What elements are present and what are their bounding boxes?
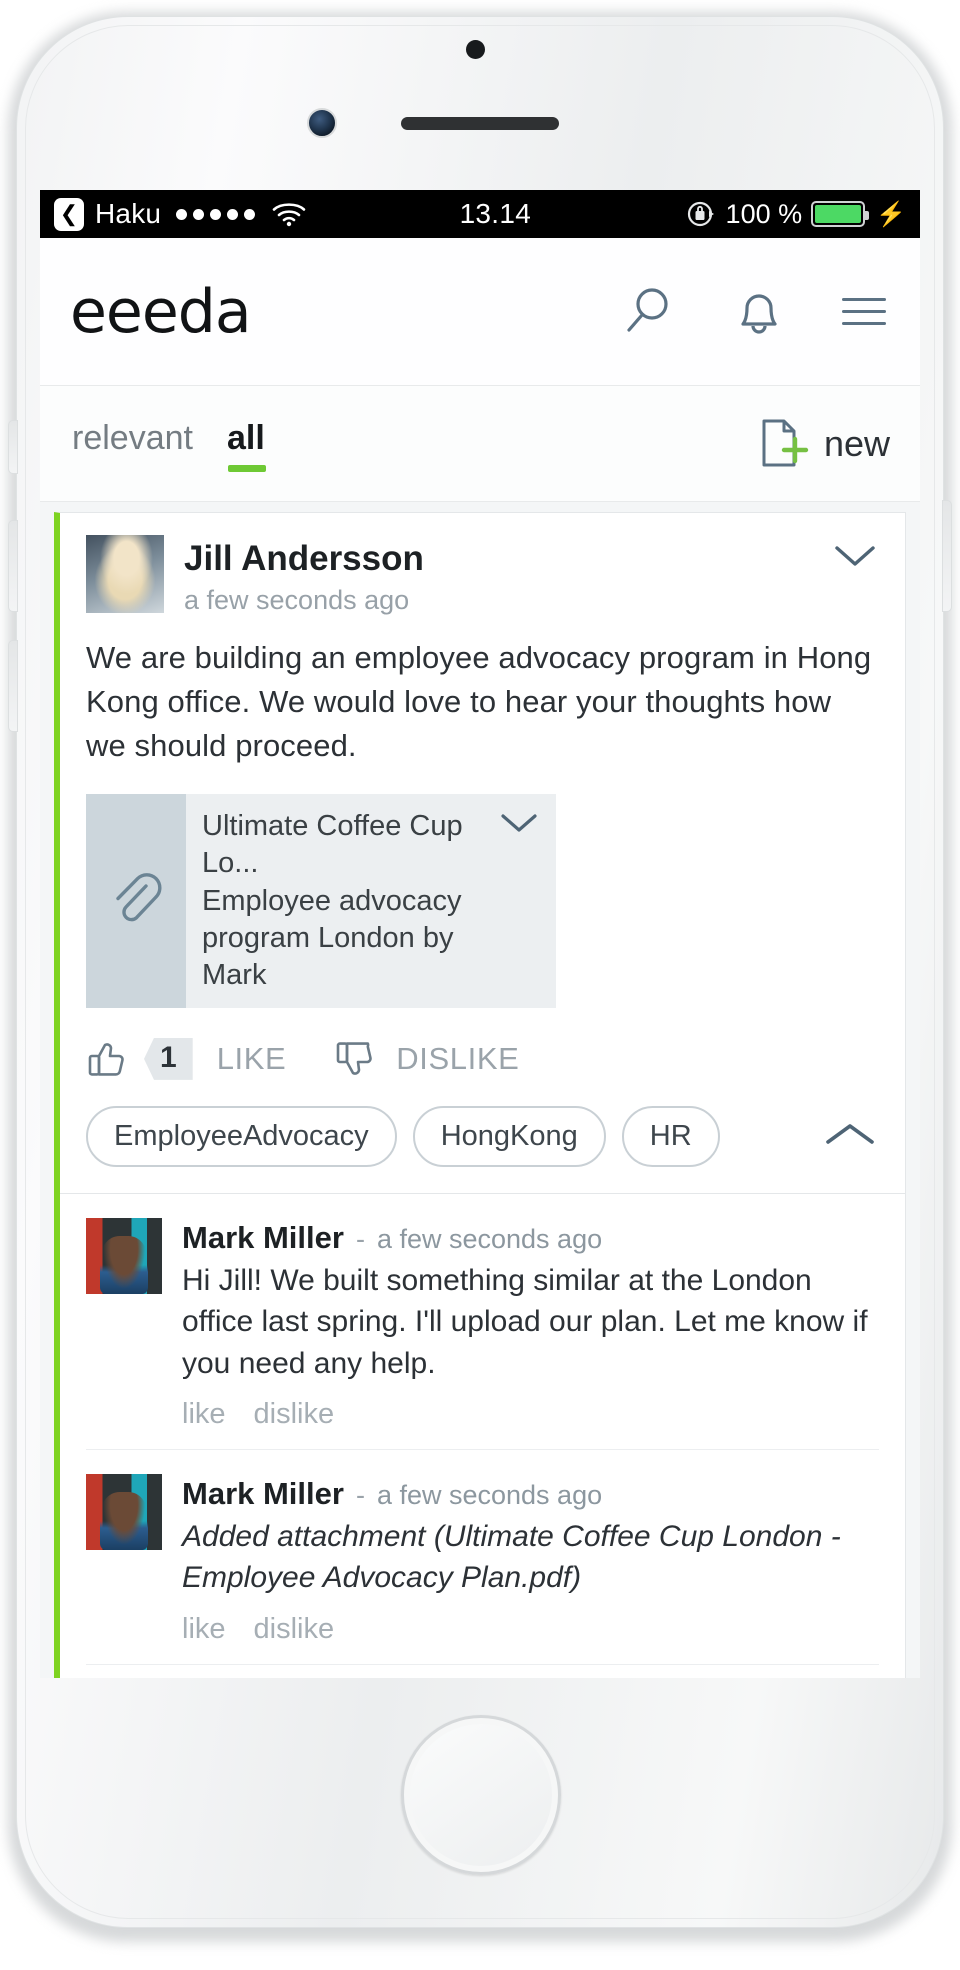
tag-chip[interactable]: EmployeeAdvocacy — [86, 1105, 397, 1167]
post-author-block: Jill Andersson a few seconds ago — [184, 535, 424, 616]
attachment-subtitle-line-1: Employee advocacy — [202, 884, 462, 917]
battery-icon — [811, 201, 870, 227]
reaction-bar: 1 LIKE DISLIKE — [86, 1037, 879, 1080]
volume-down-button[interactable] — [8, 640, 18, 732]
new-post-button[interactable]: new — [754, 413, 890, 475]
signal-strength-dots — [176, 208, 256, 220]
avatar[interactable] — [86, 1217, 162, 1294]
comment-text: Added attachment (Ultimate Coffee Cup Lo… — [182, 1520, 841, 1595]
post-timestamp: a few seconds ago — [184, 585, 410, 616]
front-camera — [307, 108, 337, 138]
attachment-text: Ultimate Coffee Cup Lo... Employee advoc… — [186, 794, 498, 1008]
comment-timestamp: a few seconds ago — [376, 1223, 603, 1254]
mute-switch[interactable] — [8, 420, 18, 474]
screenshot-stage: ❮ Haku 13.14 100 % ⚡ eeeda relevant all … — [0, 0, 960, 1970]
tab-all[interactable]: all — [227, 419, 266, 472]
hamburger-menu-icon[interactable] — [842, 298, 886, 325]
post-body-text: We are building an employee advocacy pro… — [86, 640, 872, 764]
bell-icon[interactable] — [734, 284, 784, 340]
comment-actions: like dislike — [182, 1398, 879, 1431]
paperclip-icon — [86, 794, 186, 1008]
attachment-title: Ultimate Coffee Cup Lo... — [202, 810, 463, 880]
carrier-label: Haku — [95, 198, 162, 229]
rotation-lock-icon — [685, 198, 717, 230]
comment-like-button[interactable]: like — [182, 1398, 226, 1431]
phone-screen: ❮ Haku 13.14 100 % ⚡ eeeda relevant all … — [40, 190, 920, 1678]
app-header: eeeda — [40, 238, 920, 386]
back-chevron-icon[interactable]: ❮ — [54, 197, 84, 231]
comment-dislike-button[interactable]: dislike — [254, 1613, 335, 1646]
thumbs-up-icon[interactable] — [86, 1039, 130, 1079]
comment-body: Mark Miller - a few seconds ago Added at… — [182, 1474, 879, 1646]
status-bar-right: 100 % ⚡ — [685, 198, 906, 230]
list-item: Jill Andersson - a few seconds ago Hi Ma… — [86, 1665, 879, 1678]
chevron-down-icon[interactable] — [831, 535, 879, 571]
tag-chip[interactable]: HR — [621, 1105, 720, 1167]
dislike-group[interactable]: DISLIKE — [334, 1039, 519, 1079]
attachment-subtitle-line-2: program London by Mark — [202, 921, 454, 991]
comment-separator: - — [355, 1223, 365, 1254]
comment-text: Hi Jill! We built something similar at t… — [182, 1263, 868, 1380]
earpiece-speaker — [401, 117, 559, 130]
status-bar-clock: 13.14 — [459, 198, 532, 229]
post-card: Jill Andersson a few seconds ago We are … — [54, 512, 906, 1678]
list-item: Mark Miller - a few seconds ago Hi Jill!… — [86, 1194, 879, 1451]
tag-chip[interactable]: HongKong — [412, 1105, 606, 1167]
comment-like-button[interactable]: like — [182, 1613, 226, 1646]
new-document-plus-icon — [754, 413, 816, 475]
search-icon[interactable] — [618, 283, 676, 341]
lightning-bolt-icon: ⚡ — [876, 200, 906, 228]
comment-author[interactable]: Mark Miller — [182, 1476, 344, 1512]
tab-relevant[interactable]: relevant — [72, 419, 193, 468]
feed: Jill Andersson a few seconds ago We are … — [40, 502, 920, 1678]
comment-actions: like dislike — [182, 1613, 879, 1646]
wifi-icon — [272, 201, 306, 227]
comment-body: Mark Miller - a few seconds ago Hi Jill!… — [182, 1218, 879, 1431]
post-attachment[interactable]: Ultimate Coffee Cup Lo... Employee advoc… — [86, 794, 556, 1008]
post-content: Jill Andersson a few seconds ago We are … — [60, 513, 905, 1193]
avatar[interactable] — [86, 535, 164, 613]
app-logo[interactable]: eeeda — [70, 282, 252, 342]
comment-timestamp: a few seconds ago — [376, 1480, 603, 1511]
like-count-badge: 1 — [144, 1037, 193, 1080]
status-bar-left: ❮ Haku — [54, 197, 306, 231]
thumbs-down-icon[interactable] — [334, 1039, 378, 1079]
power-button[interactable] — [942, 500, 952, 612]
list-item: Mark Miller - a few seconds ago Added at… — [86, 1450, 879, 1665]
avatar[interactable] — [86, 1474, 162, 1551]
comment-author[interactable]: Mark Miller — [182, 1220, 344, 1256]
comment-header: Mark Miller - a few seconds ago — [182, 1220, 879, 1256]
comment-separator: - — [355, 1480, 365, 1511]
post-header: Jill Andersson a few seconds ago — [86, 535, 879, 616]
tab-strip: relevant all new — [40, 386, 920, 502]
like-label[interactable]: LIKE — [217, 1041, 287, 1077]
proximity-sensor-dot — [466, 40, 485, 59]
tag-list: EmployeeAdvocacy HongKong HR — [86, 1105, 879, 1193]
dislike-label[interactable]: DISLIKE — [396, 1041, 519, 1077]
home-button[interactable] — [401, 1715, 561, 1875]
volume-up-button[interactable] — [8, 520, 18, 612]
status-bar: ❮ Haku 13.14 100 % ⚡ — [40, 190, 920, 238]
battery-percent-label: 100 % — [725, 198, 803, 229]
new-post-label: new — [823, 422, 890, 464]
chevron-up-icon[interactable] — [821, 1117, 879, 1155]
chevron-down-icon[interactable] — [498, 794, 556, 1008]
post-author-name[interactable]: Jill Andersson — [184, 539, 424, 579]
header-actions — [618, 283, 886, 341]
comment-list: Mark Miller - a few seconds ago Hi Jill!… — [60, 1192, 905, 1678]
comment-header: Mark Miller - a few seconds ago — [182, 1476, 879, 1512]
comment-dislike-button[interactable]: dislike — [254, 1398, 335, 1431]
